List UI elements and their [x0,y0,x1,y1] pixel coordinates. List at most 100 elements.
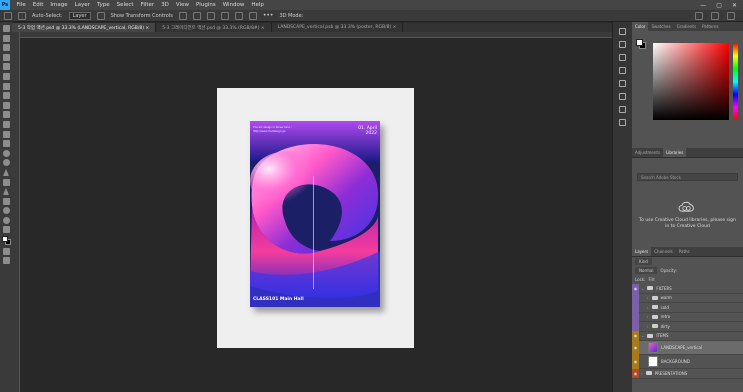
layer-row[interactable]: ◉ › PRESENTATIONS [632,368,743,379]
layer-row[interactable]: › cold [632,302,743,313]
tab-color[interactable]: Color [632,22,649,31]
tab-channels[interactable]: Channels [651,247,676,256]
foreground-color[interactable] [1,236,8,243]
glyphs-icon[interactable] [619,119,626,126]
tab-libraries[interactable]: Libraries [663,148,687,157]
tab-paths[interactable]: Paths [676,247,693,256]
maximize-icon[interactable]: ▢ [716,2,722,9]
color-field[interactable] [653,43,729,120]
transform-controls-checkbox[interactable] [96,11,105,20]
tab-adjustments[interactable]: Adjustments [632,148,663,157]
menu-layer[interactable]: Layer [71,2,93,8]
align-middle-icon[interactable] [234,11,243,20]
visibility-eye-icon[interactable] [632,312,639,322]
character-icon[interactable] [619,80,626,87]
layer-row[interactable]: › warm [632,293,743,303]
layer-row[interactable]: ◉ BACKGROUND [632,354,743,369]
hand-tool-icon[interactable] [2,207,10,215]
frame-tool-icon[interactable] [2,72,10,80]
lasso-tool-icon[interactable] [2,44,10,52]
menu-image[interactable]: Image [47,2,71,8]
menu-help[interactable]: Help [248,2,268,8]
align-bottom-icon[interactable] [248,11,257,20]
menu-file[interactable]: File [13,2,29,8]
align-center-icon[interactable] [192,11,201,20]
dodge-tool-icon[interactable] [2,159,10,167]
layer-select-dropdown[interactable]: Layer [68,11,91,20]
path-selection-tool-icon[interactable] [3,188,9,196]
paragraph-icon[interactable] [619,93,626,100]
history-brush-tool-icon[interactable] [2,120,10,128]
visibility-eye-icon[interactable]: ◉ [632,354,639,369]
type-tool-icon[interactable] [2,178,10,186]
expand-chevron-icon[interactable]: › [647,295,649,300]
layer-row[interactable]: ◉ ⌄ FILTERS [632,283,743,294]
menu-edit[interactable]: Edit [29,2,47,8]
eyedropper-tool-icon[interactable] [2,82,10,90]
menu-filter[interactable]: Filter [137,2,158,8]
tab-document-3[interactable]: LANDSCAPE_vertical.psb @ 33.3% (poster, … [272,23,404,32]
layer-kind-dropdown[interactable]: Kind [635,258,652,265]
close-icon[interactable]: ✕ [732,2,737,9]
expand-chevron-icon[interactable]: ⌄ [641,286,644,291]
info-icon[interactable] [619,54,626,61]
visibility-eye-icon[interactable] [632,302,639,312]
move-tool-icon[interactable] [2,25,10,32]
tab-gradients[interactable]: Gradients [674,22,700,31]
menu-select[interactable]: Select [113,2,137,8]
visibility-eye-icon[interactable] [632,293,639,303]
hue-slider[interactable] [733,43,738,120]
layer-row[interactable]: › retro [632,312,743,322]
document-page[interactable]: The art design in Korea here / http://ww… [217,88,414,348]
zoom-tool-icon[interactable] [2,216,10,224]
expand-chevron-icon[interactable]: ⌄ [641,333,644,338]
expand-chevron-icon[interactable]: › [647,314,649,319]
search-icon[interactable] [695,11,703,20]
tab-document-2[interactable]: 5-3 그레이디언트 액션.psd @ 33.3% (RGB/8#) × [156,23,272,32]
magic-wand-tool-icon[interactable] [2,53,10,61]
blur-tool-icon[interactable] [2,149,10,157]
canvas-area[interactable]: The art design in Korea here / http://ww… [20,38,612,392]
blend-mode-dropdown[interactable]: Normal [635,267,658,274]
menu-type[interactable]: Type [93,2,113,8]
share-icon[interactable] [727,11,735,20]
workspace-icon[interactable] [711,11,719,20]
tab-patterns[interactable]: Patterns [699,22,721,31]
screen-mode-icon[interactable] [2,257,10,265]
visibility-eye-icon[interactable]: ◉ [632,331,639,341]
visibility-eye-icon[interactable]: ◉ [632,283,639,293]
library-search-input[interactable]: Search Adobe Stock [637,173,738,181]
rectangle-tool-icon[interactable] [2,197,10,205]
tab-document-1[interactable]: 5-3 작업 액션.psd @ 33.3% (LANDSCAPE_vertica… [12,23,157,32]
menu-view[interactable]: View [172,2,192,8]
edit-toolbar-icon[interactable] [2,226,10,234]
marquee-tool-icon[interactable] [2,34,10,42]
history-icon[interactable] [619,28,626,35]
menu-window[interactable]: Window [219,2,248,8]
align-right-icon[interactable] [206,11,215,20]
foreground-color[interactable] [636,39,643,46]
minimize-icon[interactable]: — [700,2,706,9]
crop-tool-icon[interactable] [2,63,10,71]
tab-swatches[interactable]: Swatches [648,22,673,31]
clone-stamp-tool-icon[interactable] [2,111,10,119]
layer-row[interactable]: › dirty [632,321,743,332]
expand-chevron-icon[interactable]: › [647,324,649,329]
brush-settings-icon[interactable] [619,67,626,74]
healing-brush-tool-icon[interactable] [2,92,10,100]
layer-row[interactable]: ◉ ⌄ ITEMS [632,331,743,341]
visibility-eye-icon[interactable] [632,321,639,331]
layer-row-selected[interactable]: ◉ LANDSCAPE_vertical [632,340,743,355]
menu-3d[interactable]: 3D [158,2,173,8]
properties-icon[interactable] [619,41,626,48]
color-panel-swatches[interactable] [636,39,646,49]
visibility-eye-icon[interactable]: ◉ [632,368,639,378]
pen-tool-icon[interactable] [3,168,9,176]
expand-chevron-icon[interactable]: › [647,305,649,310]
align-left-icon[interactable] [178,11,187,20]
brush-tool-icon[interactable] [2,101,10,109]
more-options-icon[interactable]: ••• [263,12,274,19]
visibility-eye-icon[interactable]: ◉ [632,340,639,355]
actions-icon[interactable] [619,106,626,113]
move-tool-icon[interactable] [4,11,12,20]
